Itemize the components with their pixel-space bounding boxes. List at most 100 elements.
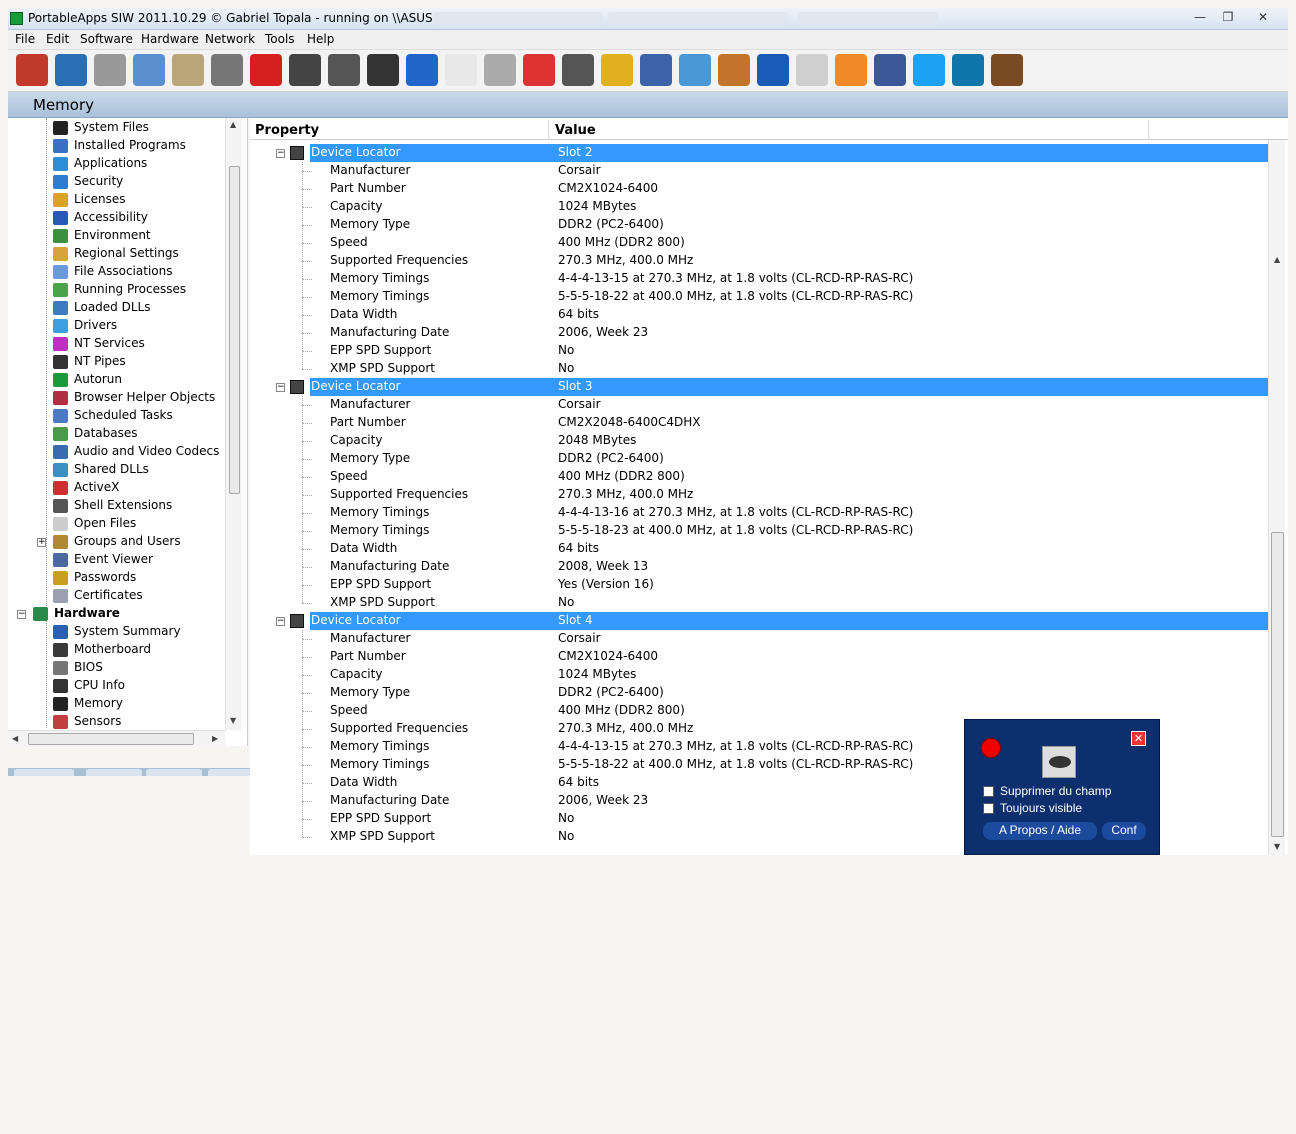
- scroll-down-icon[interactable]: ▼: [1274, 842, 1280, 851]
- property-row[interactable]: Supported Frequencies 270.3 MHz, 400.0 MH…: [310, 252, 1268, 270]
- stopwatch-icon[interactable]: [484, 54, 516, 86]
- collapse-icon[interactable]: −: [276, 149, 285, 158]
- scroll-left-icon[interactable]: ◀: [12, 734, 18, 743]
- exit-icon[interactable]: [16, 54, 48, 86]
- property-row[interactable]: Manufacturing Date 2008, Week 13: [310, 558, 1268, 576]
- paste-icon[interactable]: [172, 54, 204, 86]
- property-row[interactable]: Speed 400 MHz (DDR2 800): [310, 702, 1268, 720]
- scroll-down-icon[interactable]: ▼: [230, 716, 236, 725]
- restore-icon[interactable]: ❐: [1214, 8, 1242, 26]
- menu-software[interactable]: Software: [80, 32, 133, 46]
- property-row[interactable]: Memory Type DDR2 (PC2-6400): [310, 450, 1268, 468]
- scroll-thumb[interactable]: [229, 166, 240, 494]
- list-icon[interactable]: [445, 54, 477, 86]
- key-icon[interactable]: [601, 54, 633, 86]
- collapse-icon[interactable]: −: [276, 617, 285, 626]
- network-icon[interactable]: [406, 54, 438, 86]
- property-row[interactable]: Part Number CM2X1024-6400: [310, 648, 1268, 666]
- device-locator-row[interactable]: Device Locator Slot 2: [310, 144, 1268, 162]
- property-row[interactable]: Memory Type DDR2 (PC2-6400): [310, 216, 1268, 234]
- coffee-icon[interactable]: [991, 54, 1023, 86]
- minimize-icon[interactable]: —: [1186, 8, 1214, 26]
- linkedin-icon[interactable]: [952, 54, 984, 86]
- taskbar-button[interactable]: [86, 769, 142, 776]
- taskbar-button[interactable]: [146, 769, 202, 776]
- property-row[interactable]: Speed 400 MHz (DDR2 800): [310, 234, 1268, 252]
- property-row[interactable]: EPP SPD Support No: [310, 342, 1268, 360]
- menu-tools[interactable]: Tools: [265, 32, 295, 46]
- about-help-button[interactable]: A Propos / Aide: [983, 822, 1097, 840]
- property-row[interactable]: Manufacturer Corsair: [310, 630, 1268, 648]
- header-value[interactable]: Value: [555, 123, 596, 138]
- property-row[interactable]: Capacity 2048 MBytes: [310, 432, 1268, 450]
- device-locator-row[interactable]: Device Locator Slot 4: [310, 612, 1268, 630]
- collapse-icon[interactable]: −: [276, 383, 285, 392]
- mail-icon[interactable]: [796, 54, 828, 86]
- speedometer-icon[interactable]: [328, 54, 360, 86]
- scroll-thumb[interactable]: [28, 733, 194, 745]
- tree-vertical-scrollbar[interactable]: ▲ ▼: [225, 118, 242, 730]
- property-row[interactable]: Speed 400 MHz (DDR2 800): [310, 468, 1268, 486]
- tools-icon[interactable]: [640, 54, 672, 86]
- header-property[interactable]: Property: [255, 123, 319, 138]
- rss-icon[interactable]: [835, 54, 867, 86]
- conf-button[interactable]: Conf: [1102, 822, 1146, 840]
- menu-file[interactable]: File: [15, 32, 35, 46]
- taskbar-button[interactable]: [14, 769, 74, 776]
- tree-horizontal-scrollbar[interactable]: ◀ ▶: [8, 730, 225, 746]
- scroll-right-icon[interactable]: ▶: [212, 734, 218, 743]
- collapse-icon[interactable]: −: [17, 610, 26, 619]
- column-separator[interactable]: [1148, 120, 1149, 140]
- property-row[interactable]: Part Number CM2X2048-6400C4DHX: [310, 414, 1268, 432]
- copy-icon[interactable]: [133, 54, 165, 86]
- menu-edit[interactable]: Edit: [46, 32, 69, 46]
- find-icon[interactable]: [289, 54, 321, 86]
- checkbox-supprimer[interactable]: [983, 786, 994, 797]
- tree-item-label: Audio and Video Codecs: [74, 444, 220, 458]
- property-row[interactable]: Manufacturer Corsair: [310, 396, 1268, 414]
- record-icon[interactable]: [981, 738, 1001, 758]
- menu-network[interactable]: Network: [205, 32, 255, 46]
- property-row[interactable]: Memory Type DDR2 (PC2-6400): [310, 684, 1268, 702]
- property-row[interactable]: Data Width 64 bits: [310, 540, 1268, 558]
- title-bar[interactable]: PortableApps SIW 2011.10.29 © Gabriel To…: [8, 8, 1288, 30]
- scroll-up-icon[interactable]: ▲: [1274, 255, 1280, 264]
- save-icon[interactable]: [55, 54, 87, 86]
- grid-vertical-scrollbar[interactable]: ▲ ▼: [1268, 140, 1285, 855]
- refresh-icon[interactable]: [562, 54, 594, 86]
- twitter-icon[interactable]: [913, 54, 945, 86]
- checkbox-toujours-visible[interactable]: [983, 803, 994, 814]
- help-icon[interactable]: [757, 54, 789, 86]
- property-row[interactable]: Memory Timings 4-4-4-13-15 at 270.3 MHz, …: [310, 270, 1268, 288]
- home-icon[interactable]: [718, 54, 750, 86]
- menu-hardware[interactable]: Hardware: [141, 32, 199, 46]
- menu-help[interactable]: Help: [307, 32, 334, 46]
- monitor-icon[interactable]: [367, 54, 399, 86]
- property-row[interactable]: Supported Frequencies 270.3 MHz, 400.0 MH…: [310, 486, 1268, 504]
- print-icon[interactable]: [211, 54, 243, 86]
- property-row[interactable]: Memory Timings 5-5-5-18-23 at 400.0 MHz, …: [310, 522, 1268, 540]
- property-row[interactable]: EPP SPD Support Yes (Version 16): [310, 576, 1268, 594]
- close-icon[interactable]: ✕: [1131, 731, 1146, 746]
- property-row[interactable]: Part Number CM2X1024-6400: [310, 180, 1268, 198]
- scroll-thumb[interactable]: [1271, 532, 1284, 837]
- property-row[interactable]: XMP SPD Support No: [310, 360, 1268, 378]
- facebook-icon[interactable]: [874, 54, 906, 86]
- property-row[interactable]: Data Width 64 bits: [310, 306, 1268, 324]
- property-row[interactable]: Memory Timings 5-5-5-18-22 at 400.0 MHz, …: [310, 288, 1268, 306]
- close-icon[interactable]: ✕: [1248, 8, 1278, 26]
- cut-icon[interactable]: [94, 54, 126, 86]
- eureka-icon[interactable]: [679, 54, 711, 86]
- property-row[interactable]: Capacity 1024 MBytes: [310, 666, 1268, 684]
- property-row[interactable]: Capacity 1024 MBytes: [310, 198, 1268, 216]
- scroll-up-icon[interactable]: ▲: [230, 120, 236, 129]
- stop-icon[interactable]: [250, 54, 282, 86]
- property-row[interactable]: Manufacturer Corsair: [310, 162, 1268, 180]
- device-locator-row[interactable]: Device Locator Slot 3: [310, 378, 1268, 396]
- property-row[interactable]: Manufacturing Date 2006, Week 23: [310, 324, 1268, 342]
- expand-icon[interactable]: +: [37, 538, 46, 547]
- column-separator[interactable]: [548, 120, 549, 140]
- property-row[interactable]: Memory Timings 4-4-4-13-16 at 270.3 MHz, …: [310, 504, 1268, 522]
- power-icon[interactable]: [523, 54, 555, 86]
- property-row[interactable]: XMP SPD Support No: [310, 594, 1268, 612]
